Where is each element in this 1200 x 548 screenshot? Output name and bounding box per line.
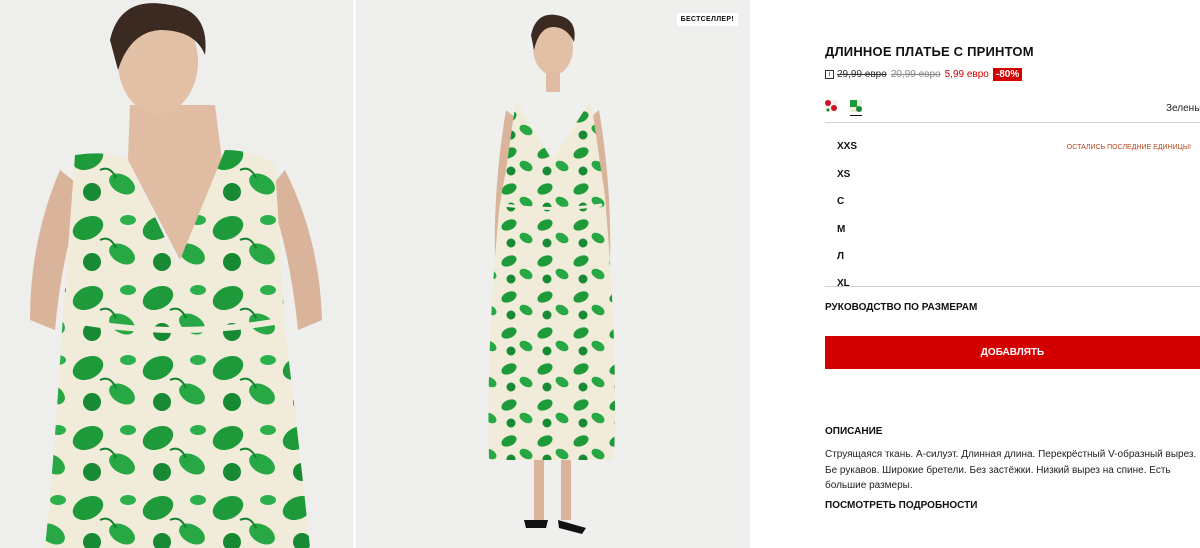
price-original: 29,99 евро	[837, 69, 887, 80]
swatch-red-print[interactable]	[825, 100, 837, 112]
discount-badge: -80%	[992, 68, 1023, 81]
size-option[interactable]: Л	[837, 251, 844, 262]
model-closeup-image	[0, 0, 353, 548]
green-print-swatch-icon	[850, 100, 862, 112]
size-option[interactable]: XXS	[837, 141, 857, 152]
size-option[interactable]: С	[837, 196, 844, 207]
product-info-panel: ДЛИННОЕ ПЛАТЬЕ С ПРИНТОМ i 29,99 евро 20…	[825, 0, 1200, 548]
size-option[interactable]: М	[837, 224, 845, 235]
description-text: Струящаяся ткань. А-силуэт. Длинная длин…	[825, 449, 1197, 491]
color-swatches	[825, 100, 862, 116]
size-option[interactable]: XS	[837, 169, 850, 180]
model-full-image	[356, 0, 750, 548]
low-stock-label: ОСТАЛИСЬ ПОСЛЕДНИЕ ЕДИНИЦЫ!	[1066, 144, 1191, 151]
product-title: ДЛИННОЕ ПЛАТЬЕ С ПРИНТОМ	[825, 44, 1034, 59]
divider	[825, 286, 1200, 287]
add-to-cart-button[interactable]: ДОБАВЛЯТЬ	[825, 336, 1200, 369]
swatch-green-print[interactable]	[850, 100, 862, 116]
price-sale: 5,99 евро	[944, 69, 989, 80]
product-photo-closeup[interactable]	[0, 0, 353, 548]
price-row: i 29,99 евро 20,99 евро 5,99 евро -80%	[825, 68, 1023, 81]
selected-color-name: Зелены	[1166, 103, 1200, 114]
description-heading: ОПИСАНИЕ	[825, 426, 883, 437]
view-details-link[interactable]: ПОСМОТРЕТЬ ПОДРОБНОСТИ	[825, 500, 977, 511]
red-print-swatch-icon	[825, 100, 837, 112]
size-list[interactable]: XXS ОСТАЛИСЬ ПОСЛЕДНИЕ ЕДИНИЦЫ! XS С М Л…	[825, 123, 1200, 286]
info-icon[interactable]: i	[825, 70, 834, 79]
size-option[interactable]: XL	[837, 278, 850, 286]
product-photo-full[interactable]: БЕСТСЕЛЛЕР!	[356, 0, 750, 548]
bestseller-badge: БЕСТСЕЛЛЕР!	[676, 13, 738, 26]
size-guide-link[interactable]: РУКОВОДСТВО ПО РАЗМЕРАМ	[825, 302, 977, 313]
price-previous: 20,99 евро	[890, 69, 941, 80]
